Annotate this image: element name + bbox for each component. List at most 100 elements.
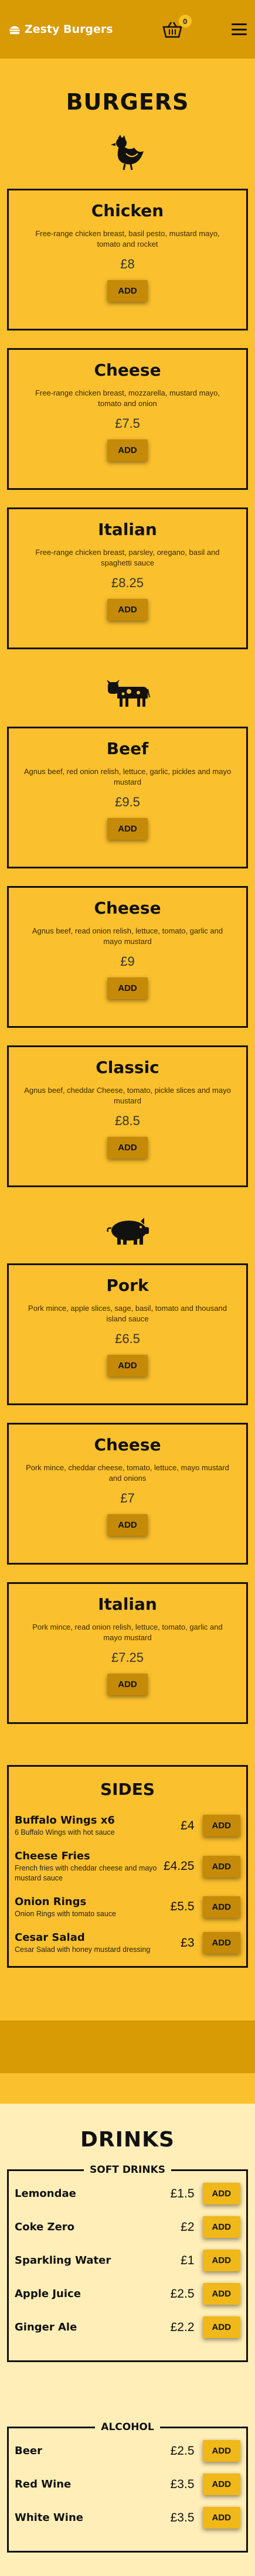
drink-item: Apple Juice £2.5 ADD bbox=[15, 2283, 240, 2305]
item-price: £3 bbox=[181, 1936, 195, 1950]
item-description: Pork mince, apple slices, sage, basil, t… bbox=[28, 1304, 227, 1324]
add-button[interactable]: ADD bbox=[202, 2250, 240, 2272]
item-name: Italian bbox=[98, 1594, 157, 1614]
drink-item: Coke Zero £2 ADD bbox=[15, 2216, 240, 2238]
add-button[interactable]: ADD bbox=[202, 1815, 240, 1837]
item-name: Onion Rings bbox=[15, 1895, 87, 1908]
item-price: £3.5 bbox=[170, 2510, 195, 2524]
pig-icon bbox=[106, 1218, 149, 1245]
item-name: Cheese bbox=[94, 898, 161, 918]
add-button[interactable]: ADD bbox=[202, 2316, 240, 2339]
side-item: Cesar Salad Cesar Salad with honey mustar… bbox=[15, 1931, 240, 1954]
item-name: Cheese Fries bbox=[15, 1850, 90, 1863]
item-description: Agnus beef, red onion relish, lettuce, g… bbox=[23, 767, 232, 787]
menu-card: Chicken Free-range chicken breast, basil… bbox=[7, 189, 248, 330]
item-price: £4 bbox=[181, 1818, 195, 1832]
add-button[interactable]: ADD bbox=[202, 1855, 240, 1878]
add-button[interactable]: ADD bbox=[107, 1514, 148, 1536]
add-button[interactable]: ADD bbox=[202, 2473, 240, 2496]
item-description: Free-range chicken breast, mozzarella, m… bbox=[35, 389, 220, 408]
item-name: White Wine bbox=[15, 2512, 83, 2524]
item-price: £1.5 bbox=[170, 2186, 195, 2200]
item-price: £2.5 bbox=[170, 2444, 195, 2458]
item-name: Lemondae bbox=[15, 2187, 76, 2200]
item-name: Chicken bbox=[91, 201, 164, 220]
item-price: £4.25 bbox=[163, 1859, 195, 1873]
add-button[interactable]: ADD bbox=[202, 2216, 240, 2238]
item-description: Agnus beef, read onion relish, lettuce, … bbox=[32, 926, 223, 946]
item-name: Italian bbox=[98, 520, 157, 539]
soft-drinks-group: SOFT DRINKS Lemondae £1.5 ADD Coke Zero … bbox=[7, 2164, 248, 2363]
add-button[interactable]: ADD bbox=[107, 599, 148, 621]
item-name: Coke Zero bbox=[15, 2221, 75, 2234]
item-name: Classic bbox=[96, 1058, 159, 1077]
item-name: Red Wine bbox=[15, 2478, 72, 2491]
menu-card: Pork Pork mince, apple slices, sage, bas… bbox=[7, 1263, 248, 1405]
sides-section: SIDES Buffalo Wings x6 6 Buffalo Wings wi… bbox=[7, 1765, 248, 1968]
item-name: Beef bbox=[106, 739, 149, 758]
item-description: Cesar Salad with honey mustard dressing bbox=[15, 1945, 151, 1954]
cart-count-badge: 0 bbox=[178, 15, 192, 28]
item-price: £9 bbox=[120, 954, 135, 969]
item-name: Cheese bbox=[94, 1435, 161, 1454]
add-button[interactable]: ADD bbox=[202, 2283, 240, 2305]
brand-logo[interactable]: Zesty Burgers bbox=[8, 23, 113, 36]
item-name: Sparkling Water bbox=[15, 2254, 111, 2267]
drink-item: Beer £2.5 ADD bbox=[15, 2440, 240, 2462]
item-name: Cesar Salad bbox=[15, 1931, 85, 1944]
item-price: £8.25 bbox=[111, 575, 144, 591]
item-name: Apple Juice bbox=[15, 2288, 81, 2301]
item-description: Free-range chicken breast, parsley, oreg… bbox=[35, 548, 220, 568]
drink-item: Sparkling Water £1 ADD bbox=[15, 2250, 240, 2272]
item-name: Beer bbox=[15, 2445, 43, 2458]
menu-card: Italian Pork mince, read onion relish, l… bbox=[7, 1582, 248, 1724]
menu-card: Cheese Free-range chicken breast, mozzar… bbox=[7, 348, 248, 490]
add-button[interactable]: ADD bbox=[107, 1137, 148, 1159]
add-button[interactable]: ADD bbox=[107, 818, 148, 840]
add-button[interactable]: ADD bbox=[202, 2183, 240, 2205]
item-price: £2.2 bbox=[170, 2320, 195, 2334]
sides-heading: SIDES bbox=[100, 1780, 155, 1799]
item-price: £2 bbox=[181, 2220, 195, 2234]
drinks-heading: DRINKS bbox=[80, 2128, 175, 2152]
drink-item: Lemondae £1.5 ADD bbox=[15, 2183, 240, 2205]
item-name: Buffalo Wings x6 bbox=[15, 1814, 115, 1827]
item-price: £1 bbox=[181, 2253, 195, 2267]
cow-icon bbox=[106, 680, 150, 707]
item-price: £7.5 bbox=[115, 416, 140, 431]
brand-name: Zesty Burgers bbox=[25, 23, 113, 36]
item-description: French fries with cheddar cheese and may… bbox=[15, 1864, 157, 1882]
add-button[interactable]: ADD bbox=[202, 1932, 240, 1954]
add-button[interactable]: ADD bbox=[107, 1674, 148, 1696]
add-button[interactable]: ADD bbox=[107, 1355, 148, 1377]
item-price: £2.5 bbox=[170, 2287, 195, 2301]
item-name: Cheese bbox=[94, 360, 161, 380]
item-description: Pork mince, read onion relish, lettuce, … bbox=[32, 1623, 223, 1643]
item-price: £3.5 bbox=[170, 2477, 195, 2491]
add-button[interactable]: ADD bbox=[202, 2507, 240, 2529]
item-price: £7 bbox=[120, 1491, 135, 1506]
burger-icon bbox=[9, 26, 21, 35]
side-item: Buffalo Wings x6 6 Buffalo Wings with hot… bbox=[15, 1814, 240, 1837]
add-button[interactable]: ADD bbox=[107, 439, 148, 462]
item-name: Ginger Ale bbox=[15, 2321, 77, 2334]
add-button[interactable]: ADD bbox=[107, 280, 148, 302]
drink-item: Red Wine £3.5 ADD bbox=[15, 2473, 240, 2496]
cart-button[interactable]: 0 bbox=[162, 15, 192, 38]
group-label: ALCOHOL bbox=[95, 2421, 160, 2434]
hamburger-menu-icon[interactable] bbox=[231, 23, 247, 35]
menu-card: Cheese Agnus beef, read onion relish, le… bbox=[7, 886, 248, 1028]
add-button[interactable]: ADD bbox=[202, 2440, 240, 2462]
menu-card: Beef Agnus beef, red onion relish, lettu… bbox=[7, 727, 248, 868]
add-button[interactable]: ADD bbox=[107, 977, 148, 1000]
menu-card: Italian Free-range chicken breast, parsl… bbox=[7, 507, 248, 649]
site-header: Zesty Burgers 0 bbox=[0, 0, 255, 59]
item-price: £7.25 bbox=[111, 1650, 144, 1665]
alcohol-group: ALCOHOL Beer £2.5 ADD Red Wine £3.5 ADD … bbox=[7, 2421, 248, 2553]
item-price: £8 bbox=[120, 257, 135, 272]
side-item: Cheese Fries French fries with cheddar ch… bbox=[15, 1850, 240, 1883]
add-button[interactable]: ADD bbox=[202, 1896, 240, 1918]
item-price: £5.5 bbox=[170, 1900, 195, 1914]
menu-card: Classic Agnus beef, cheddar Cheese, toma… bbox=[7, 1045, 248, 1187]
group-label: SOFT DRINKS bbox=[84, 2164, 171, 2176]
